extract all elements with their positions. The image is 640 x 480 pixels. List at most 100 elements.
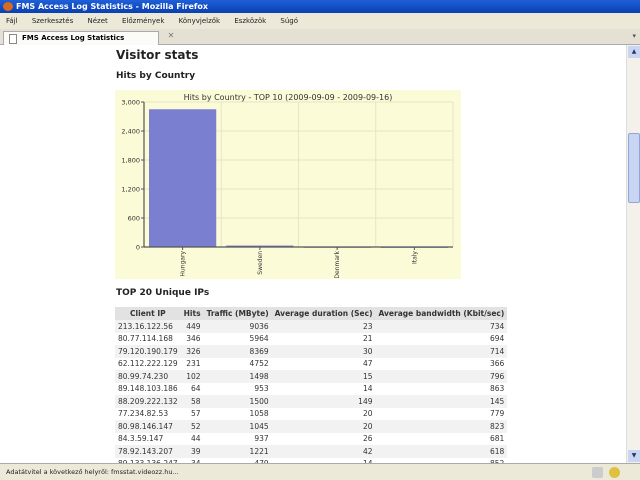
table-cell: 80.98.146.147 xyxy=(115,420,181,433)
firefox-icon xyxy=(3,2,13,11)
tab-list-icon[interactable]: ▾ xyxy=(632,32,636,40)
table-cell: 21 xyxy=(362,334,373,344)
table-row: 77.234.82.53 57 1058 20 779 xyxy=(115,408,507,421)
table-cell: 694 xyxy=(489,334,505,344)
status-text: Adatátvitel a következő helyről: fmsstat… xyxy=(6,468,179,476)
table-row: 88.209.222.132 58 1500 149 145 xyxy=(115,395,508,408)
table-row: 213.16.122.56 449 9036 23 734 xyxy=(115,320,508,333)
table-cell: 8369 xyxy=(203,345,272,358)
page-content: Visitor stats Hits by Country Hits by Co… xyxy=(0,45,626,463)
table-cell: 84.3.59.147 xyxy=(118,434,164,444)
table-cell: 714 xyxy=(375,345,508,358)
table-row: 78.92.143.207 39 1221 42 618 xyxy=(115,445,508,458)
table-cell: 20 xyxy=(362,409,373,419)
table-row: 84.3.59.147 44 937 26 681 xyxy=(115,433,507,446)
scrollbar-thumb[interactable] xyxy=(628,133,640,203)
table-cell: 30 xyxy=(271,345,376,358)
table-cell: 779 xyxy=(489,409,505,419)
table-cell: 346 xyxy=(186,334,201,344)
y-tick-label: 0 xyxy=(136,244,140,252)
y-tick-label: 2,400 xyxy=(121,128,140,136)
table-cell: 26 xyxy=(362,434,373,444)
table-cell: 39 xyxy=(180,445,204,458)
table-cell: 1058 xyxy=(249,409,269,419)
table-cell: 52 xyxy=(180,420,204,433)
y-tick-label: 1,200 xyxy=(121,186,140,194)
table-cell: 57 xyxy=(191,409,201,419)
y-tick-label: 1,800 xyxy=(121,157,140,165)
hits-by-country-chart: Hits by Country - TOP 10 (2009-09-09 - 2… xyxy=(115,90,461,279)
table-cell: 149 xyxy=(271,395,376,408)
status-gear-icon[interactable] xyxy=(609,467,620,478)
scroll-up-icon[interactable]: ▲ xyxy=(628,46,640,58)
x-tick-label: Hungary xyxy=(180,251,187,277)
scroll-down-icon[interactable]: ▼ xyxy=(628,450,640,462)
menu-bookmarks[interactable]: Könyvjelzők xyxy=(179,17,220,25)
table-cell: 64 xyxy=(191,384,201,394)
column-header: Average duration (Sec) xyxy=(271,307,376,320)
tab-label: FMS Access Log Statistics xyxy=(22,34,125,42)
table-cell: 681 xyxy=(489,434,505,444)
status-bar: Adatátvitel a következő helyről: fmsstat… xyxy=(0,463,640,480)
table-cell: 88.209.222.132 xyxy=(115,395,181,408)
chart-title: Hits by Country - TOP 10 (2009-09-09 - 2… xyxy=(184,93,393,102)
table-cell: 80.77.114.168 xyxy=(118,334,173,344)
table-cell: 1045 xyxy=(203,420,272,433)
table-cell: 14 xyxy=(362,384,373,394)
close-tab-icon[interactable]: ✕ xyxy=(162,31,180,43)
table-cell: 449 xyxy=(180,320,204,333)
table-cell: 79.120.190.179 xyxy=(115,345,181,358)
top-ips-table: Client IP Hits Traffic (MByte) Average dura… xyxy=(115,307,508,463)
table-cell: 23 xyxy=(271,320,376,333)
table-cell: 47 xyxy=(362,359,373,369)
table-cell: 4752 xyxy=(249,359,269,369)
table-row: 79.120.190.179 326 8369 30 714 xyxy=(115,345,508,358)
table-cell: 326 xyxy=(180,345,204,358)
page-icon xyxy=(9,34,17,44)
table-cell: 863 xyxy=(489,384,505,394)
table-cell: 78.92.143.207 xyxy=(115,445,181,458)
table-cell: 1221 xyxy=(203,445,272,458)
table-cell: 231 xyxy=(186,359,201,369)
menu-tools[interactable]: Eszközök xyxy=(234,17,266,25)
table-cell: 9036 xyxy=(203,320,272,333)
y-tick-label: 3,000 xyxy=(121,99,140,107)
x-tick-label: Sweden xyxy=(257,251,264,275)
page-title: Visitor stats xyxy=(116,48,199,62)
table-cell: 734 xyxy=(375,320,508,333)
table-cell: 80.99.74.230 xyxy=(115,370,181,383)
addon-icon[interactable] xyxy=(592,467,603,478)
menu-view[interactable]: Nézet xyxy=(87,17,107,25)
table-cell: 823 xyxy=(375,420,508,433)
section-hits-by-country: Hits by Country xyxy=(116,71,196,81)
menu-help[interactable]: Súgó xyxy=(280,17,298,25)
table-cell: 618 xyxy=(375,445,508,458)
table-cell: 953 xyxy=(254,384,269,394)
table-row: 80.99.74.230 102 1498 15 796 xyxy=(115,370,508,383)
bar-hungary xyxy=(149,109,217,247)
table-cell: 213.16.122.56 xyxy=(115,320,181,333)
table-cell: 42 xyxy=(271,445,376,458)
section-top-ips: TOP 20 Unique IPs xyxy=(116,288,210,298)
column-header: Average bandwidth (Kbit/sec) xyxy=(375,307,508,320)
column-header: Traffic (MByte) xyxy=(203,307,272,320)
table-cell: 89.148.103.186 xyxy=(118,384,178,394)
x-tick-label: Denmark xyxy=(334,250,341,278)
table-cell: 102 xyxy=(180,370,204,383)
menu-history[interactable]: Előzmények xyxy=(122,17,164,25)
vertical-scrollbar[interactable]: ▲ ▼ xyxy=(626,45,640,463)
y-tick-label: 600 xyxy=(128,215,140,223)
menu-edit[interactable]: Szerkesztés xyxy=(32,17,73,25)
x-tick-label: Italy xyxy=(411,251,418,264)
table-cell: 1498 xyxy=(203,370,272,383)
table-cell: 58 xyxy=(180,395,204,408)
menu-bar: Fájl Szerkesztés Nézet Előzmények Könyvj… xyxy=(0,13,640,29)
table-cell: 77.234.82.53 xyxy=(118,409,169,419)
table-cell: 366 xyxy=(489,359,505,369)
tab-bar: FMS Access Log Statistics ✕ ▾ xyxy=(0,29,640,45)
tab-fms-stats[interactable]: FMS Access Log Statistics xyxy=(3,31,159,45)
table-row: 62.112.222.129 231 4752 47 366 xyxy=(115,358,507,371)
table-cell: 5964 xyxy=(249,334,269,344)
column-header: Hits xyxy=(180,307,204,320)
menu-file[interactable]: Fájl xyxy=(6,17,18,25)
